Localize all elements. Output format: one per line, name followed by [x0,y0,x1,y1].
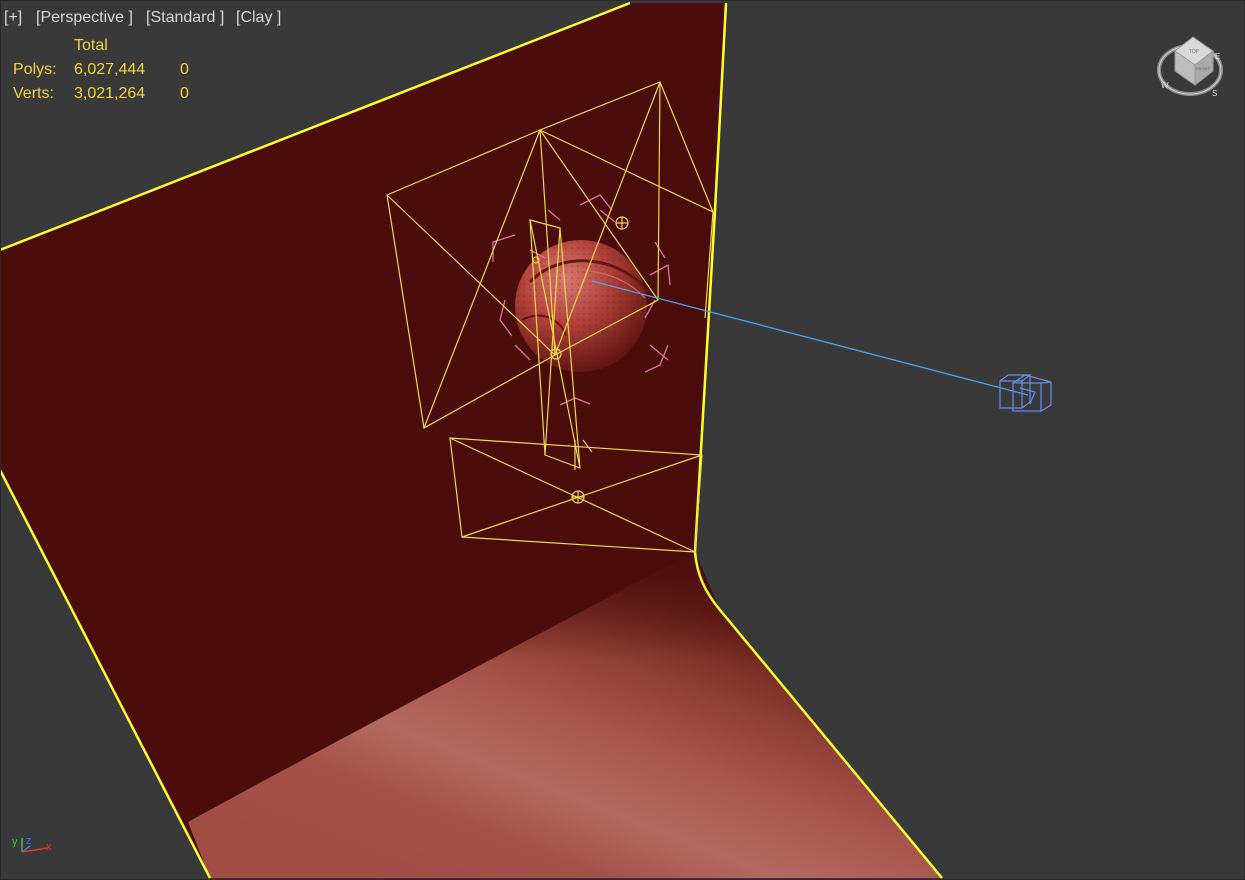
stats-polys-selected: 0 [180,61,189,78]
viewport-per-view-preference-label[interactable]: [Standard ] [146,9,224,27]
compass-east-label: E [1215,52,1220,61]
stats-header-row: Total [13,34,210,58]
axis-tripod-icon: y z x [12,835,52,853]
perspective-viewport[interactable]: [+] [Perspective ] [Standard ] [Clay ] T… [0,0,1245,880]
stats-polys-label: Polys: [13,61,57,78]
viewcube-top-label: TOP [1189,49,1200,55]
stats-verts-total: 3,021,264 [74,85,146,102]
viewport-menu-plus[interactable]: [+] [4,9,22,27]
viewport-statistics: Total Polys: 6,027,444 0 Verts: 3,021,26… [13,34,210,106]
stats-verts-label: Verts: [13,85,54,102]
stats-polys-total: 6,027,444 [74,61,146,78]
camera-icon[interactable] [999,374,1052,412]
stats-total-header: Total [74,37,108,54]
compass-west-label: W [1161,81,1169,90]
stats-row-polys: Polys: 6,027,444 0 [13,58,210,82]
axis-x-label: x [46,841,52,853]
viewport-point-of-view-label[interactable]: [Perspective ] [36,9,133,27]
viewport-shading-label[interactable]: [Clay ] [236,9,281,27]
axis-z-label: z [26,835,32,847]
scene-canvas[interactable] [0,0,1245,880]
stats-verts-selected: 0 [180,85,189,102]
viewcube-front-label: FRONT [1196,66,1210,71]
viewcube-icon[interactable]: TOP FRONT W S E [1157,33,1225,99]
stats-row-verts: Verts: 3,021,264 0 [13,82,210,106]
compass-south-label: S [1212,89,1217,98]
axis-y-label: y [12,836,18,848]
backdrop-mesh[interactable] [0,1,943,879]
